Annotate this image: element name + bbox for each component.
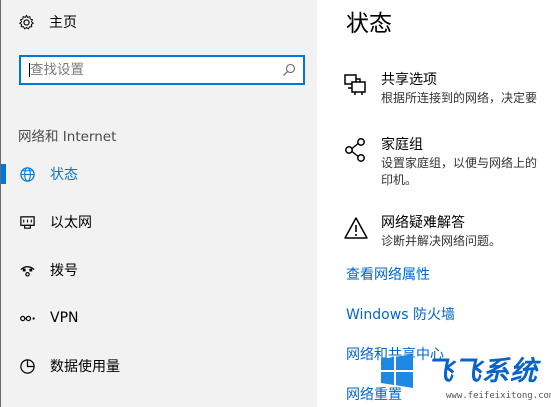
sidebar-item-dialup[interactable]: 拨号 (1, 250, 317, 290)
active-indicator (1, 164, 6, 184)
sidebar: 主页 网络和 Internet 状态 (1, 0, 317, 407)
dialup-icon (18, 261, 36, 279)
homegroup-desc-line2: 印机。 (381, 173, 418, 187)
sharing-icon (342, 71, 370, 99)
watermark: 飞飞系统 www.feifeixitong.com (346, 347, 551, 407)
sidebar-item-label: VPN (50, 310, 79, 326)
sharing-options-desc: 根据所连接到的网络，决定要 (381, 91, 538, 105)
sidebar-item-vpn[interactable]: VPN (1, 298, 317, 338)
ethernet-icon (18, 213, 36, 231)
home-nav[interactable]: 主页 (17, 11, 77, 33)
network-troubleshooter-desc: 诊断并解决网络问题。 (381, 234, 502, 248)
home-label: 主页 (49, 15, 77, 31)
watermark-text: 飞飞系统 (426, 356, 538, 387)
sidebar-item-status[interactable]: 状态 (1, 154, 317, 194)
pie-chart-icon (18, 357, 36, 375)
search-box[interactable] (19, 55, 305, 85)
search-input[interactable] (21, 57, 271, 83)
warning-icon (342, 214, 370, 242)
sidebar-item-label: 状态 (50, 167, 78, 183)
gear-icon (17, 13, 35, 31)
sidebar-item-label: 以太网 (50, 215, 92, 231)
sidebar-item-label: 数据使用量 (50, 359, 120, 375)
page-title: 状态 (346, 11, 392, 37)
windows-logo-icon (379, 353, 415, 389)
homegroup-title: 家庭组 (381, 137, 423, 153)
section-title: 网络和 Internet (18, 129, 117, 145)
homegroup[interactable]: 家庭组 设置家庭组，以便与网络上的 印机。 (342, 134, 551, 194)
vpn-icon (18, 309, 36, 327)
globe-icon (18, 165, 36, 183)
homegroup-desc: 设置家庭组，以便与网络上的 (381, 156, 538, 170)
text-caret (29, 63, 30, 77)
sidebar-item-ethernet[interactable]: 以太网 (1, 202, 317, 242)
network-troubleshooter-title: 网络疑难解答 (381, 215, 465, 231)
homegroup-icon (342, 136, 370, 164)
view-network-properties-link[interactable]: 查看网络属性 (346, 264, 430, 284)
windows-firewall-link[interactable]: Windows 防火墙 (346, 304, 455, 324)
network-troubleshooter[interactable]: 网络疑难解答 诊断并解决网络问题。 (342, 212, 551, 252)
sharing-options[interactable]: 共享选项 根据所连接到的网络，决定要 (342, 69, 551, 113)
search-icon[interactable] (281, 62, 297, 78)
watermark-url: www.feifeixitong.com (446, 391, 551, 401)
sidebar-item-label: 拨号 (50, 263, 78, 279)
main-content: 状态 共享选项 根据所连接到的网络，决定要 家庭组 设置家庭组，以便与网络上的 … (317, 0, 551, 407)
sidebar-item-data-usage[interactable]: 数据使用量 (1, 346, 317, 386)
sharing-options-title: 共享选项 (381, 72, 437, 88)
